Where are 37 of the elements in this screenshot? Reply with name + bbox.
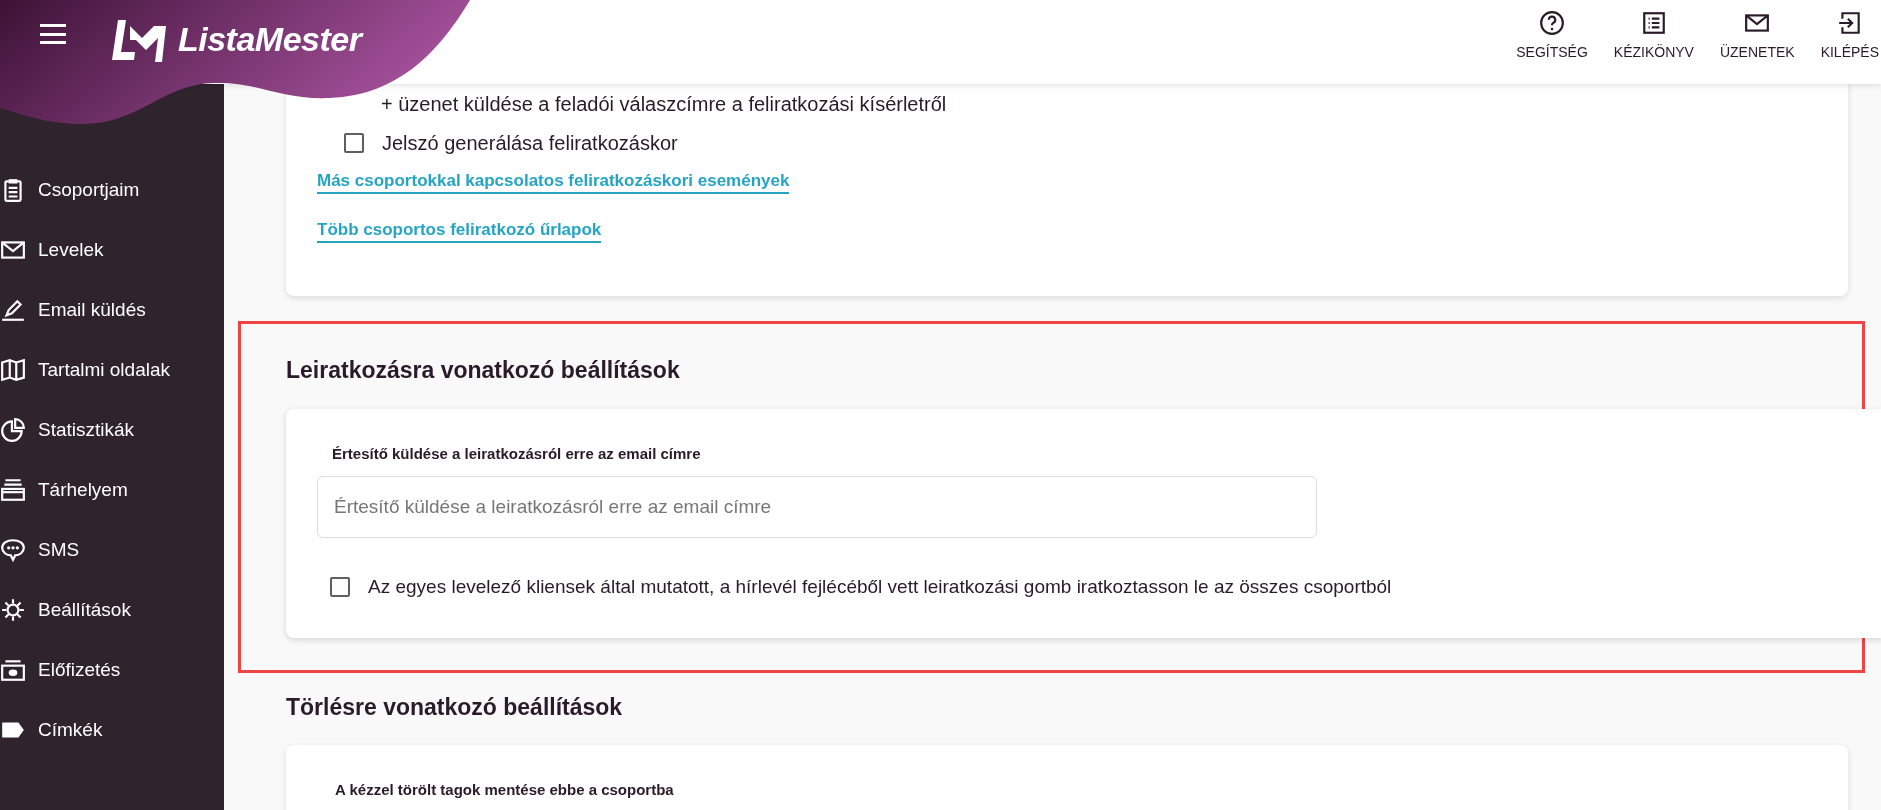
checkbox-label: Jelszó generálása feliratkozáskor <box>382 131 678 156</box>
banknote-icon <box>0 657 26 683</box>
checkbox[interactable] <box>344 133 364 153</box>
book-icon <box>0 357 26 383</box>
storage-box-icon <box>0 477 26 503</box>
sidebar-item[interactable]: Levelek <box>0 220 224 280</box>
header-action-button[interactable]: SEGÍTSÉG <box>1516 10 1588 63</box>
sidebar-item[interactable]: Email küldés <box>0 280 224 340</box>
logout-icon <box>1836 10 1863 36</box>
sidebar-item[interactable]: SMS <box>0 520 224 580</box>
option-note: + üzenet küldése a feladói válaszcímre a feliratkozási kísérletről <box>380 92 948 117</box>
field-label: Értesítő küldése a leiratkozásról erre az email címre <box>331 444 702 464</box>
sidebar-item[interactable]: Előfizetés <box>0 640 224 700</box>
speech-bubble-icon <box>0 537 26 563</box>
sidebar-item[interactable]: Címkék <box>0 700 224 760</box>
email-input-field[interactable]: Értesítő küldése a leiratkozásról erre az email címre <box>317 476 1317 538</box>
field-label: A kézzel törölt tagok mentése ebbe a csoportba <box>335 779 675 800</box>
sidebar-item[interactable]: Beállítások <box>0 580 224 640</box>
logo-icon <box>112 17 168 62</box>
section-title: Törlésre vonatkozó beállítások <box>286 692 624 722</box>
menu-button[interactable] <box>40 24 66 44</box>
header-action-button[interactable]: KILÉPÉS <box>1820 10 1879 63</box>
help-icon <box>1539 10 1565 36</box>
sidebar-item[interactable]: Tartalmi oldalak <box>0 340 224 400</box>
pencil-icon <box>0 297 26 323</box>
header-action-button[interactable]: ÜZENETEK <box>1719 10 1795 63</box>
sidebar-item[interactable]: Csoportjaim <box>0 160 224 220</box>
sidebar-item[interactable]: Statisztikák <box>0 400 224 460</box>
section-title: Leiratkozásra vonatkozó beállítások <box>286 356 681 385</box>
sidebar-item[interactable]: Tárhelyem <box>0 460 224 520</box>
pie-chart-icon <box>0 417 26 443</box>
list-icon <box>1640 10 1667 36</box>
checkbox[interactable] <box>330 577 350 598</box>
settings-icon <box>0 597 26 623</box>
header-action-button[interactable]: KÉZIKÖNYV <box>1613 10 1694 63</box>
checkbox-label: Az egyes levelező kliensek által mutatott, a hírlevél fejlécéből vett leiratkozási gomb iratkoztasson le az összes csoportból <box>368 575 1392 599</box>
brand-name: ListaMester <box>178 19 362 60</box>
